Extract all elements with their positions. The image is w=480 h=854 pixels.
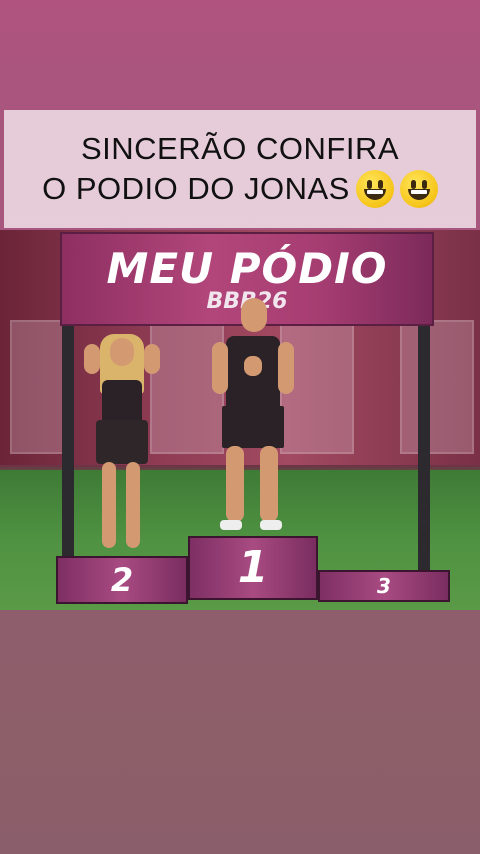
podium-first-place: 1 — [188, 536, 318, 600]
banner-title: MEU PÓDIO — [106, 244, 388, 293]
podium-second-place: 2 — [56, 556, 188, 604]
caption-line-1: SINCERÃO CONFIRA — [80, 131, 400, 166]
podium-number-1: 1 — [237, 542, 269, 593]
podium-number-3: 3 — [377, 574, 391, 598]
bottom-background — [0, 610, 480, 854]
background-window — [400, 320, 474, 454]
contestant-second-place — [84, 330, 164, 562]
podium-third-place: 3 — [318, 570, 450, 602]
caption-line-2-wrap: O PODIO DO JONAS — [42, 169, 438, 209]
smiley-icon — [399, 170, 438, 208]
caption-line-2: O PODIO DO JONAS — [42, 171, 350, 206]
caption-overlay: SINCERÃO CONFIRA O PODIO DO JONAS — [4, 110, 476, 228]
podium-post-left — [62, 320, 74, 570]
contestant-first-place — [208, 298, 298, 538]
podium-post-right — [418, 320, 430, 570]
smiley-icon — [355, 170, 394, 208]
video-frame[interactable]: MEU PÓDIO BBB26 1 2 3 — [0, 230, 480, 610]
podium-number-2: 2 — [110, 561, 134, 599]
